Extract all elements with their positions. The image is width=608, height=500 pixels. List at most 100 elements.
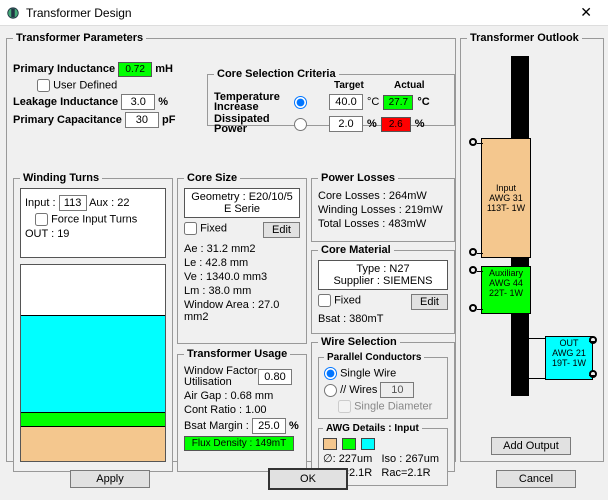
add-output-button[interactable]: Add Output xyxy=(491,437,571,455)
diss-radio[interactable] xyxy=(294,118,307,131)
out-turns: OUT : 19 xyxy=(25,228,69,240)
le: Le : 42.8 mm xyxy=(184,257,248,269)
actual-header: Actual xyxy=(394,80,425,91)
power-losses-group: Power Losses Core Losses : 264mW Winding… xyxy=(311,172,455,242)
temp-unit1: °C xyxy=(367,96,379,108)
winding-losses: Winding Losses : 219mW xyxy=(318,204,443,216)
force-input-checkbox[interactable] xyxy=(35,213,48,226)
single-wire-radio[interactable] xyxy=(324,367,337,380)
cancel-button[interactable]: Cancel xyxy=(496,470,576,488)
leakage-input[interactable] xyxy=(121,94,155,110)
material-supplier: Supplier : SIEMENS xyxy=(321,275,445,287)
bsat: Bsat : 380mT xyxy=(318,313,383,325)
input-winding[interactable]: Input AWG 31 113T- 1W xyxy=(481,138,531,258)
losses-legend: Power Losses xyxy=(318,172,398,184)
swatch-out[interactable] xyxy=(361,438,375,450)
temp-label: Temperature Increase xyxy=(214,92,290,112)
parallel-wires-radio[interactable] xyxy=(324,384,337,397)
temp-actual: 27.7 xyxy=(383,95,413,110)
user-defined-label: User Defined xyxy=(53,79,117,91)
aux-turns: Aux : 22 xyxy=(89,197,129,209)
awg-legend: AWG Details : Input xyxy=(323,423,422,434)
leakage-unit: % xyxy=(158,96,168,108)
bsat-unit: % xyxy=(289,420,299,432)
serie: E Serie xyxy=(187,203,297,215)
app-icon xyxy=(6,6,20,20)
ok-button[interactable]: OK xyxy=(268,468,348,490)
temp-target-input[interactable] xyxy=(329,94,363,110)
awg-iso: Iso : 267um xyxy=(382,453,439,465)
capacitance-label: Primary Capacitance xyxy=(13,114,122,126)
geometry: Geometry : E20/10/5 xyxy=(187,191,297,203)
temp-unit2: °C xyxy=(417,96,429,108)
winding-diagram xyxy=(20,264,166,462)
coresize-legend: Core Size xyxy=(184,172,240,184)
material-edit-button[interactable]: Edit xyxy=(411,294,448,310)
core-material-group: Core Material Type : N27 Supplier : SIEM… xyxy=(311,244,455,334)
total-losses: Total Losses : 483mW xyxy=(318,218,426,230)
primary-inductance-value: 0.72 xyxy=(118,62,152,77)
awg-diam: ∅: 227um xyxy=(323,453,372,465)
diss-target-input[interactable] xyxy=(329,116,363,132)
transformer-outlook-group: Transformer Outlook Input AWG 31 113T- 1… xyxy=(460,32,604,462)
window-area: Window Area : 27.0 mm2 xyxy=(184,299,279,323)
outlook-diagram: Input AWG 31 113T- 1W Auxiliary AWG 44 2… xyxy=(467,48,597,428)
single-wire-label: Single Wire xyxy=(340,367,396,379)
usage-legend: Transformer Usage xyxy=(184,348,290,360)
ae: Ae : 31.2 mm2 xyxy=(184,243,256,255)
diss-unit1: % xyxy=(367,118,377,130)
window-title: Transformer Design xyxy=(26,6,572,20)
coresize-fixed-label: Fixed xyxy=(200,222,227,234)
core-sel-legend: Core Selection Criteria xyxy=(214,68,339,80)
outlook-legend: Transformer Outlook xyxy=(467,32,582,44)
wfu-label: Window Factor Utilisation xyxy=(184,366,258,388)
swatch-input[interactable] xyxy=(323,438,337,450)
input-turns-label: Input : xyxy=(25,197,56,209)
pc-legend: Parallel Conductors xyxy=(324,352,424,363)
wires-input[interactable] xyxy=(380,382,414,398)
wire-selection-group: Wire Selection Parallel Conductors Singl… xyxy=(311,336,455,472)
coresize-fixed-checkbox[interactable] xyxy=(184,222,197,235)
leakage-label: Leakage Inductance xyxy=(13,96,118,108)
flux-density: Flux Density : 149mT xyxy=(184,436,294,451)
diss-unit2: % xyxy=(415,118,425,130)
wfu-input[interactable] xyxy=(258,369,292,385)
capacitance-input[interactable] xyxy=(125,112,159,128)
bsat-margin-label: Bsat Margin : xyxy=(184,420,249,432)
input-turns-input[interactable] xyxy=(59,195,87,211)
user-defined-checkbox[interactable] xyxy=(37,79,50,92)
airgap: Air Gap : 0.68 mm xyxy=(184,390,273,402)
coresize-edit-button[interactable]: Edit xyxy=(263,222,300,238)
wire-legend: Wire Selection xyxy=(318,336,400,348)
close-button[interactable]: ✕ xyxy=(572,4,600,21)
winding-turns-group: Winding Turns Input : Aux : 22 Force Inp… xyxy=(13,172,173,472)
bsat-margin-input[interactable] xyxy=(252,418,286,434)
awg-swatches xyxy=(323,438,443,450)
primary-inductance-unit: mH xyxy=(155,63,173,75)
diss-actual: 2.6 xyxy=(381,117,411,132)
target-header: Target xyxy=(334,80,364,91)
transformer-usage-group: Transformer Usage Window Factor Utilisat… xyxy=(177,348,307,472)
single-diam-checkbox xyxy=(338,400,351,413)
out-winding[interactable]: OUT AWG 21 19T- 1W xyxy=(545,336,593,380)
winding-legend: Winding Turns xyxy=(20,172,102,184)
core-losses: Core Losses : 264mW xyxy=(318,190,427,202)
ve: Ve : 1340.0 mm3 xyxy=(184,271,267,283)
lm: Lm : 38.0 mm xyxy=(184,285,251,297)
params-legend: Transformer Parameters xyxy=(13,32,146,44)
swatch-aux[interactable] xyxy=(342,438,356,450)
core-size-group: Core Size Geometry : E20/10/5 E Serie Fi… xyxy=(177,172,307,344)
core-selection-group: Core Selection Criteria Target Actual Te… xyxy=(207,68,455,126)
single-diam-label: Single Diameter xyxy=(354,400,432,412)
material-fixed-label: Fixed xyxy=(334,294,361,306)
aux-winding[interactable]: Auxiliary AWG 44 22T- 1W xyxy=(481,266,531,314)
material-fixed-checkbox[interactable] xyxy=(318,294,331,307)
capacitance-unit: pF xyxy=(162,114,175,126)
apply-button[interactable]: Apply xyxy=(70,470,150,488)
titlebar: Transformer Design ✕ xyxy=(0,0,608,26)
wires-label: // Wires xyxy=(340,384,377,396)
temp-radio[interactable] xyxy=(294,96,307,109)
diss-label: Dissipated Power xyxy=(214,114,290,134)
material-legend: Core Material xyxy=(318,244,394,256)
primary-inductance-label: Primary Inductance xyxy=(13,63,115,75)
